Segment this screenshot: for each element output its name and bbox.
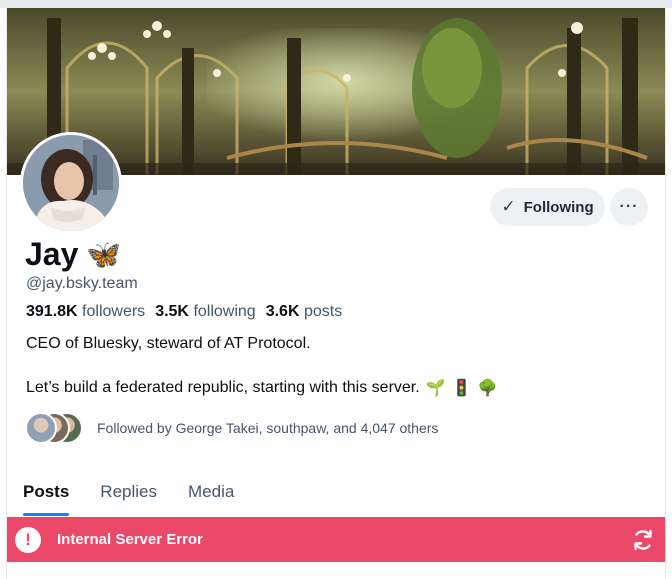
bio-line-2: Let’s build a federated republic, starti… — [26, 378, 497, 398]
avatar-image — [23, 135, 119, 231]
display-name-text: Jay — [25, 236, 79, 272]
following-count: 3.5K — [155, 303, 189, 320]
butterfly-emoji: 🦋 — [86, 239, 122, 270]
tab-posts[interactable]: Posts — [23, 468, 70, 516]
profile-tabs: Posts Replies Media — [7, 468, 665, 518]
followers-label: followers — [82, 303, 146, 320]
profile-display-name: Jay 🦋 — [25, 236, 121, 273]
error-icon: ! — [15, 526, 41, 553]
posts-label: posts — [303, 303, 343, 320]
followed-by-text: Followed by George Takei, southpaw, and … — [97, 420, 439, 436]
avatar-portrait — [23, 135, 119, 231]
ellipsis-icon: ··· — [619, 198, 639, 215]
more-options-button[interactable]: ··· — [610, 188, 648, 226]
traffic-light-emoji: 🚦 — [451, 380, 472, 397]
bio-line-1: CEO of Bluesky, steward of AT Protocol. — [26, 335, 311, 352]
error-banner: ! Internal Server Error — [7, 517, 665, 562]
followed-by-avatars — [25, 412, 83, 444]
profile-stats: 391.8K followers 3.5K following 3.6K pos… — [26, 303, 342, 321]
tab-media-label: Media — [188, 482, 235, 501]
bio-line-2-text: Let’s build a federated republic, starti… — [26, 379, 420, 396]
check-icon: ✓ — [501, 197, 516, 216]
tab-replies-label: Replies — [100, 482, 157, 501]
following-stat[interactable]: 3.5K following — [155, 303, 256, 321]
refresh-icon[interactable] — [631, 528, 655, 552]
tree-emoji: 🌳 — [477, 380, 498, 397]
page-top-strip — [0, 0, 672, 8]
tab-replies[interactable]: Replies — [100, 468, 157, 516]
followed-by-row[interactable]: Followed by George Takei, southpaw, and … — [25, 412, 438, 444]
following-label: following — [193, 303, 256, 320]
profile-card: ✓ Following ··· Jay 🦋 @jay.bsky.team 391… — [6, 8, 666, 579]
following-button-label: Following — [523, 198, 594, 216]
followers-count: 391.8K — [26, 303, 78, 320]
tab-media[interactable]: Media — [188, 468, 234, 516]
followers-stat[interactable]: 391.8K followers — [26, 303, 145, 321]
following-button[interactable]: ✓ Following — [490, 188, 605, 226]
profile-avatar[interactable] — [20, 132, 122, 234]
profile-handle: @jay.bsky.team — [26, 275, 138, 292]
tab-posts-label: Posts — [23, 482, 70, 501]
error-message: Internal Server Error — [57, 531, 203, 548]
follower-avatar — [25, 412, 57, 444]
posts-count: 3.6K — [265, 303, 300, 320]
posts-stat: 3.6K posts — [266, 303, 343, 321]
seedling-emoji: 🌱 — [425, 380, 446, 397]
